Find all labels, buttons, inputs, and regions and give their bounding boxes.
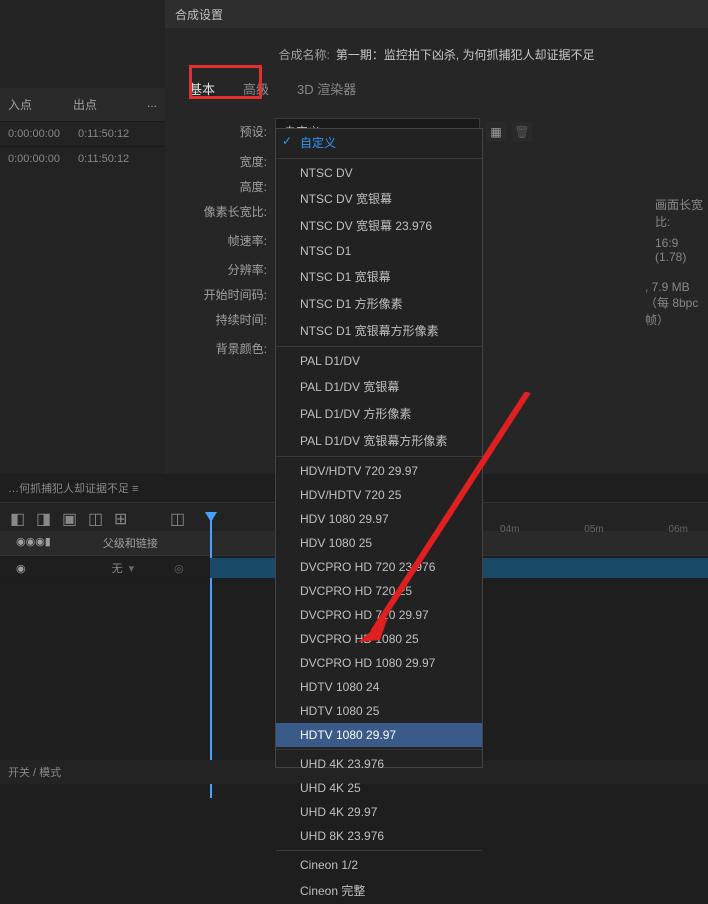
preset-option[interactable]: DVCPRO HD 1080 29.97 xyxy=(276,651,482,675)
col-parent[interactable]: 父级和链接 xyxy=(103,535,158,551)
width-label: 宽度: xyxy=(185,153,275,170)
tab-3d-renderer[interactable]: 3D 渲染器 xyxy=(293,71,360,106)
parent-none[interactable]: 无 xyxy=(112,560,123,576)
bg-label: 背景颜色: xyxy=(185,340,275,357)
preset-option[interactable]: NTSC D1 宽银幕方形像素 xyxy=(276,317,482,344)
preset-option[interactable]: NTSC DV 宽银幕 23.976 xyxy=(276,212,482,239)
preset-option[interactable]: NTSC DV xyxy=(276,161,482,185)
project-row[interactable]: 0:00:00:00 0:11:50:12 xyxy=(0,121,165,146)
project-columns-header: 入点 出点 ... xyxy=(0,88,165,121)
project-row[interactable]: 0:00:00:00 0:11:50:12 xyxy=(0,146,165,171)
preset-option[interactable]: UHD 4K 29.97 xyxy=(276,800,482,824)
preset-dropdown-menu[interactable]: 自定义NTSC DVNTSC DV 宽银幕NTSC DV 宽银幕 23.976N… xyxy=(275,128,483,768)
start-tc-label: 开始时间码: xyxy=(185,286,275,303)
preset-option[interactable]: Cineon 完整 xyxy=(276,877,482,904)
preset-option[interactable]: UHD 8K 23.976 xyxy=(276,824,482,848)
tab-basic[interactable]: 基本 xyxy=(185,71,219,106)
tool-icon[interactable]: ◨ xyxy=(36,509,52,525)
preset-option[interactable]: PAL D1/DV 宽银幕 xyxy=(276,373,482,400)
preset-option[interactable]: HDTV 1080 29.97 xyxy=(276,723,482,747)
preset-option[interactable]: HDV 1080 25 xyxy=(276,531,482,555)
preset-option[interactable]: NTSC D1 方形像素 xyxy=(276,290,482,317)
preset-option[interactable]: DVCPRO HD 1080 25 xyxy=(276,627,482,651)
preset-option[interactable]: PAL D1/DV xyxy=(276,349,482,373)
ruler-tick: 04m xyxy=(500,524,519,540)
comp-name-input[interactable]: 第一期：监控拍下凶杀, 为何抓捕犯人却证据不足 xyxy=(336,46,595,63)
preset-option[interactable]: 自定义 xyxy=(276,129,482,156)
preset-option[interactable]: UHD 4K 23.976 xyxy=(276,752,482,776)
out-cell: 0:11:50:12 xyxy=(70,124,150,144)
delete-preset-icon[interactable]: 🗑 xyxy=(512,122,532,142)
par-label: 像素长宽比: xyxy=(185,203,275,220)
preset-option[interactable]: HDV/HDTV 720 29.97 xyxy=(276,459,482,483)
preset-option[interactable]: HDV/HDTV 720 25 xyxy=(276,483,482,507)
col-out[interactable]: 出点 xyxy=(65,92,139,117)
tool-icon[interactable]: ◫ xyxy=(170,509,186,525)
preset-option[interactable]: PAL D1/DV 方形像素 xyxy=(276,400,482,427)
ruler-tick: 06m xyxy=(669,524,688,540)
preset-option[interactable]: Cineon 1/2 xyxy=(276,853,482,877)
in-cell: 0:00:00:00 xyxy=(0,149,70,169)
dialog-title: 合成设置 xyxy=(165,0,708,28)
preset-option[interactable]: UHD 4K 25 xyxy=(276,776,482,800)
preset-option[interactable]: DVCPRO HD 720 23.976 xyxy=(276,555,482,579)
preset-label: 预设: xyxy=(185,123,275,140)
col-more: ... xyxy=(139,92,165,117)
preset-option[interactable]: DVCPRO HD 720 29.97 xyxy=(276,603,482,627)
preset-option[interactable]: HDTV 1080 24 xyxy=(276,675,482,699)
tool-icon[interactable]: ▣ xyxy=(62,509,78,525)
preset-option[interactable]: NTSC DV 宽银幕 xyxy=(276,185,482,212)
preset-option[interactable]: NTSC D1 宽银幕 xyxy=(276,263,482,290)
preset-option[interactable]: HDTV 1080 25 xyxy=(276,699,482,723)
duration-label: 持续时间: xyxy=(185,311,275,328)
resolution-label: 分辨率: xyxy=(185,261,275,278)
tool-icon[interactable]: ◧ xyxy=(10,509,26,525)
tool-icon[interactable]: ◫ xyxy=(88,509,104,525)
tab-advanced[interactable]: 高级 xyxy=(239,71,273,106)
dar-value: 16:9 (1.78) xyxy=(655,236,708,264)
preset-option[interactable]: NTSC D1 xyxy=(276,239,482,263)
preset-option[interactable]: HDV 1080 29.97 xyxy=(276,507,482,531)
out-cell: 0:11:50:12 xyxy=(70,149,150,169)
comp-name-label: 合成名称: xyxy=(278,46,329,63)
preset-option[interactable]: PAL D1/DV 宽银幕方形像素 xyxy=(276,427,482,454)
fps-label: 帧速率: xyxy=(185,232,275,249)
col-in[interactable]: 入点 xyxy=(0,92,65,117)
height-label: 高度: xyxy=(185,178,275,195)
col-icons: ◉◉◉▮ xyxy=(16,535,51,551)
ruler-tick: 05m xyxy=(584,524,603,540)
dar-label: 画面长宽比: xyxy=(655,196,708,230)
dar-info: 画面长宽比: 16:9 (1.78) xyxy=(655,196,708,270)
save-preset-icon[interactable]: ▦ xyxy=(486,122,506,142)
in-cell: 0:00:00:00 xyxy=(0,124,70,144)
preset-option[interactable]: DVCPRO HD 720 25 xyxy=(276,579,482,603)
memory-info: , 7.9 MB（每 8bpc 帧） xyxy=(645,280,708,328)
tool-icon[interactable]: ⊞ xyxy=(114,509,130,525)
